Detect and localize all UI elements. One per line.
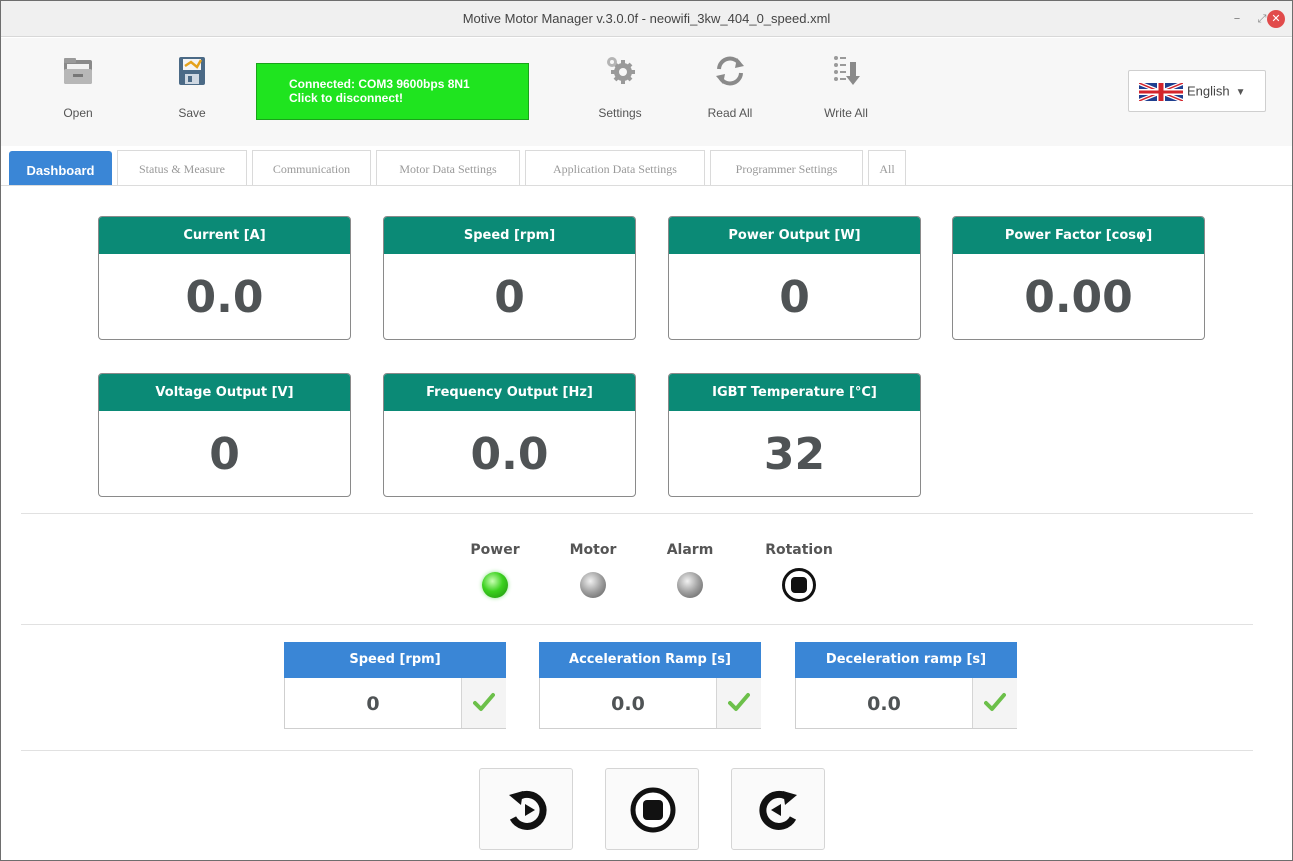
- close-button[interactable]: ✕: [1267, 10, 1285, 28]
- power-factor-gauge: Power Factor [cosφ] 0.00: [952, 216, 1205, 340]
- stop-icon: [630, 787, 676, 833]
- tab-all[interactable]: All: [868, 150, 906, 185]
- indicator-label: Alarm: [666, 542, 714, 558]
- param-body: 0: [284, 678, 506, 729]
- floppy-disk-icon: [179, 57, 205, 85]
- section-divider: [21, 750, 1253, 751]
- open-button[interactable]: Open: [43, 54, 113, 126]
- read-all-button[interactable]: Read All: [695, 54, 765, 126]
- tab-programmer-settings[interactable]: Programmer Settings: [710, 150, 863, 185]
- speed-setpoint: Speed [rpm] 0: [284, 642, 506, 729]
- gauge-title: Current [A]: [99, 217, 350, 254]
- param-body: 0.0: [539, 678, 761, 729]
- apply-acceleration-button[interactable]: [716, 678, 761, 728]
- tab-motor-data-settings[interactable]: Motor Data Settings: [376, 150, 520, 185]
- chevron-down-icon: ▼: [1235, 87, 1246, 99]
- param-title: Speed [rpm]: [284, 642, 506, 678]
- folder-icon: [64, 58, 92, 84]
- gauge-title: Speed [rpm]: [384, 217, 635, 254]
- checkmark-icon: [984, 693, 1006, 711]
- gauge-title: Power Factor [cosφ]: [953, 217, 1204, 254]
- dashboard-panel: Current [A] 0.0 Speed [rpm] 0 Power Outp…: [2, 187, 1292, 860]
- settings-label: Settings: [598, 106, 642, 120]
- deceleration-ramp-input[interactable]: 0.0: [796, 693, 972, 715]
- title-bar: Motive Motor Manager v.3.0.0f - neowifi_…: [1, 1, 1292, 37]
- connection-status-text: Connected: COM3 9600bps 8N1: [289, 77, 470, 91]
- toolbar: Open Save Connected: COM3 9600bps 8N1 Cl…: [1, 38, 1292, 146]
- uk-flag-icon: [1139, 83, 1183, 101]
- connection-status-button[interactable]: Connected: COM3 9600bps 8N1 Click to dis…: [256, 63, 529, 120]
- indicator-label: Rotation: [765, 542, 833, 558]
- settings-button[interactable]: Settings: [585, 54, 655, 126]
- voltage-output-gauge: Voltage Output [V] 0: [98, 373, 351, 497]
- tab-dashboard[interactable]: Dashboard: [9, 151, 112, 185]
- gauge-value: 0: [209, 429, 240, 480]
- gauge-title: Voltage Output [V]: [99, 374, 350, 411]
- power-indicator: Power: [462, 542, 528, 598]
- frequency-output-gauge: Frequency Output [Hz] 0.0: [383, 373, 636, 497]
- gauge-title: Power Output [W]: [669, 217, 920, 254]
- connection-action-text: Click to disconnect!: [289, 91, 404, 105]
- rotation-indicator: Rotation: [752, 542, 846, 602]
- gauge-title: Frequency Output [Hz]: [384, 374, 635, 411]
- apply-deceleration-button[interactable]: [972, 678, 1017, 728]
- alarm-led-icon: [677, 572, 703, 598]
- section-divider: [21, 624, 1253, 625]
- write-list-icon: [834, 56, 860, 85]
- speed-gauge: Speed [rpm] 0: [383, 216, 636, 340]
- power-output-gauge: Power Output [W] 0: [668, 216, 921, 340]
- gauge-value: 0.00: [1024, 272, 1133, 323]
- gauge-title: IGBT Temperature [°C]: [669, 374, 920, 411]
- rotate-counterclockwise-icon: [509, 790, 547, 830]
- power-led-icon: [482, 572, 508, 598]
- rotate-reverse-button[interactable]: [479, 768, 573, 850]
- rotate-clockwise-icon: [759, 790, 797, 830]
- language-select[interactable]: English ▼: [1128, 70, 1266, 112]
- motor-indicator: Motor: [560, 542, 626, 598]
- language-value: English: [1187, 83, 1230, 99]
- gauge-value: 0: [779, 272, 810, 323]
- checkmark-icon: [728, 693, 750, 711]
- speed-setpoint-input[interactable]: 0: [285, 693, 461, 715]
- alarm-indicator: Alarm: [657, 542, 723, 598]
- tab-communication[interactable]: Communication: [252, 150, 371, 185]
- tab-status-measure[interactable]: Status & Measure: [117, 150, 247, 185]
- gauge-value: 0.0: [185, 272, 264, 323]
- write-all-label: Write All: [824, 106, 868, 120]
- indicator-label: Motor: [569, 542, 617, 558]
- apply-speed-button[interactable]: [461, 678, 506, 728]
- save-button[interactable]: Save: [157, 54, 227, 126]
- indicator-label: Power: [470, 542, 520, 558]
- checkmark-icon: [473, 693, 495, 711]
- write-all-button[interactable]: Write All: [811, 54, 881, 126]
- minimize-button[interactable]: –: [1227, 9, 1247, 29]
- window-title: Motive Motor Manager v.3.0.0f - neowifi_…: [462, 11, 831, 26]
- motor-led-icon: [580, 572, 606, 598]
- rotate-forward-button[interactable]: [731, 768, 825, 850]
- gauge-value: 0.0: [470, 429, 549, 480]
- open-label: Open: [63, 106, 93, 120]
- refresh-icon: [716, 56, 744, 86]
- gauge-value: 0: [494, 272, 525, 323]
- acceleration-ramp: Acceleration Ramp [s] 0.0: [539, 642, 761, 729]
- gears-icon: [607, 57, 635, 84]
- gauge-value: 32: [763, 429, 826, 480]
- tab-bar: Dashboard Status & Measure Communication…: [1, 146, 1292, 186]
- tab-application-data-settings[interactable]: Application Data Settings: [525, 150, 705, 185]
- rotation-stop-icon: [782, 568, 816, 602]
- param-title: Acceleration Ramp [s]: [539, 642, 761, 678]
- deceleration-ramp: Deceleration ramp [s] 0.0: [795, 642, 1017, 729]
- param-title: Deceleration ramp [s]: [795, 642, 1017, 678]
- current-gauge: Current [A] 0.0: [98, 216, 351, 340]
- save-label: Save: [178, 106, 206, 120]
- igbt-temperature-gauge: IGBT Temperature [°C] 32: [668, 373, 921, 497]
- stop-button[interactable]: [605, 768, 699, 850]
- read-all-label: Read All: [707, 106, 753, 120]
- param-body: 0.0: [795, 678, 1017, 729]
- acceleration-ramp-input[interactable]: 0.0: [540, 693, 716, 715]
- section-divider: [21, 513, 1253, 514]
- app-window: Motive Motor Manager v.3.0.0f - neowifi_…: [0, 0, 1293, 861]
